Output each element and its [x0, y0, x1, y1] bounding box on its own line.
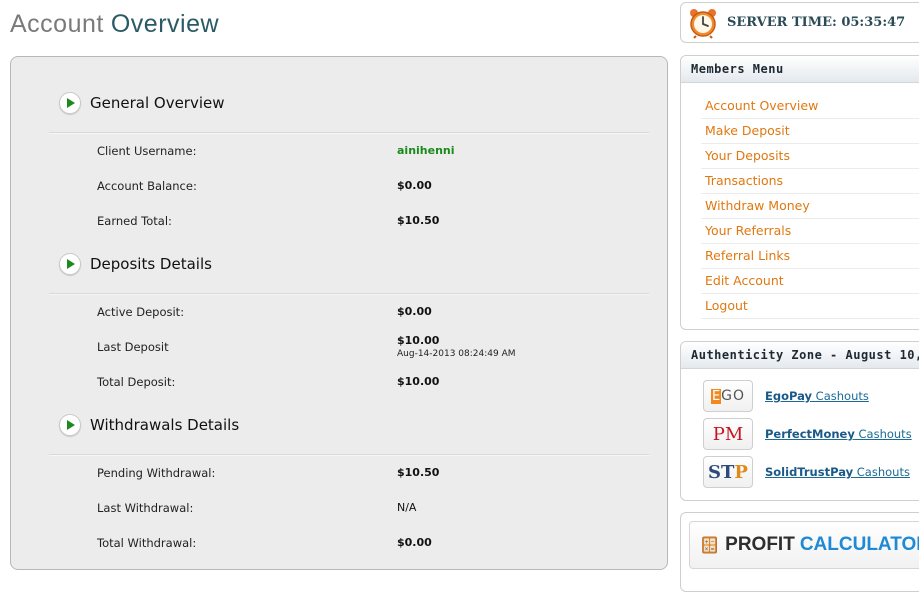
last-deposit-date: Aug-14-2013 08:24:49 AM — [397, 349, 516, 359]
pending-withdrawal-label: Pending Withdrawal: — [97, 466, 216, 480]
authenticity-zone: Authenticity Zone - August 10, 201 EGO E… — [680, 341, 919, 501]
perfectmoney-cashouts-link[interactable]: PerfectMoney Cashouts — [765, 427, 912, 441]
perfectmoney-name: PerfectMoney — [765, 427, 855, 441]
client-username-label: Client Username: — [97, 144, 197, 158]
section-general-overview: General Overview — [59, 89, 225, 117]
solidtrustpay-cashouts-link[interactable]: SolidTrustPay Cashouts — [765, 465, 910, 479]
menu-item-account-overview[interactable]: Account Overview — [701, 94, 919, 119]
section-deposits-details: Deposits Details — [59, 250, 212, 278]
total-deposit-label: Total Deposit: — [97, 375, 176, 389]
perfectmoney-row: PM PerfectMoney Cashouts — [703, 418, 912, 450]
page-title-part1: Account — [10, 10, 104, 38]
alarm-clock-icon — [690, 8, 716, 39]
egopay-name: EgoPay — [765, 389, 813, 403]
account-overview-panel: General Overview Client Username: ainihe… — [10, 56, 668, 570]
total-withdrawal-value: $0.00 — [397, 536, 432, 549]
arrow-right-icon — [59, 253, 81, 275]
menu-item-your-deposits[interactable]: Your Deposits — [701, 144, 919, 169]
menu-item-make-deposit[interactable]: Make Deposit — [701, 119, 919, 144]
egopay-suffix: Cashouts — [812, 389, 869, 403]
pending-withdrawal-value: $10.50 — [397, 466, 440, 479]
svg-text:×: × — [704, 547, 708, 553]
perfectmoney-logo-icon: PM — [703, 418, 753, 450]
divider — [49, 132, 649, 134]
earned-total-label: Earned Total: — [97, 214, 172, 228]
members-menu-title: Members Menu — [681, 56, 919, 83]
calculator-word: CALCULATOR — [799, 534, 919, 555]
perfectmoney-suffix: Cashouts — [854, 427, 912, 441]
solidtrustpay-name: SolidTrustPay — [765, 465, 854, 479]
section-title: General Overview — [90, 94, 225, 112]
solidtrustpay-row: ST P SolidTrustPay Cashouts — [703, 456, 910, 488]
last-deposit-label: Last Deposit — [97, 340, 169, 354]
client-username-value: ainihenni — [397, 144, 455, 157]
arrow-right-icon — [59, 414, 81, 436]
divider — [49, 293, 649, 295]
server-time-box: SERVER TIME: 05:35:47 — [680, 2, 919, 43]
section-withdrawals-details: Withdrawals Details — [59, 411, 239, 439]
last-withdrawal-label: Last Withdrawal: — [97, 501, 194, 515]
earned-total-value: $10.50 — [397, 214, 440, 227]
page-title: Account Overview — [10, 10, 219, 39]
menu-item-logout[interactable]: Logout — [701, 294, 919, 319]
solidtrustpay-logo-icon: ST P — [703, 456, 753, 488]
solidtrustpay-suffix: Cashouts — [853, 465, 910, 479]
total-withdrawal-label: Total Withdrawal: — [97, 536, 197, 550]
profit-calculator-banner[interactable]: + − × = PROFIT CALCULATOR — [689, 521, 919, 569]
profit-word: PROFIT — [725, 534, 795, 555]
last-deposit-value: $10.00 — [397, 334, 440, 347]
calculator-icon: + − × = — [702, 536, 717, 554]
menu-item-referral-links[interactable]: Referral Links — [701, 244, 919, 269]
menu-item-transactions[interactable]: Transactions — [701, 169, 919, 194]
svg-text:=: = — [710, 547, 714, 553]
account-balance-value: $0.00 — [397, 179, 432, 192]
egopay-logo-icon: E GO — [703, 380, 753, 412]
profit-calculator-box[interactable]: + − × = PROFIT CALCULATOR — [680, 512, 919, 592]
egopay-cashouts-link[interactable]: EgoPay Cashouts — [765, 389, 869, 403]
profit-calculator-label: PROFIT CALCULATOR — [725, 534, 919, 556]
svg-text:+: + — [704, 539, 708, 545]
total-deposit-value: $10.00 — [397, 375, 440, 388]
active-deposit-label: Active Deposit: — [97, 305, 185, 319]
menu-item-edit-account[interactable]: Edit Account — [701, 269, 919, 294]
arrow-right-icon — [59, 92, 81, 114]
section-title: Deposits Details — [90, 255, 212, 273]
server-time-label: SERVER TIME: 05:35:47 — [727, 15, 906, 30]
egopay-row: E GO EgoPay Cashouts — [703, 380, 869, 412]
active-deposit-value: $0.00 — [397, 305, 432, 318]
menu-item-withdraw-money[interactable]: Withdraw Money — [701, 194, 919, 219]
authenticity-zone-title: Authenticity Zone - August 10, 201 — [681, 342, 919, 369]
divider — [49, 454, 649, 456]
page-title-part2: Overview — [110, 10, 220, 38]
svg-text:−: − — [710, 539, 714, 545]
members-menu: Members Menu Account Overview Make Depos… — [680, 55, 919, 330]
menu-item-your-referrals[interactable]: Your Referrals — [701, 219, 919, 244]
section-title: Withdrawals Details — [90, 416, 240, 434]
last-withdrawal-value: N/A — [397, 501, 417, 514]
account-balance-label: Account Balance: — [97, 179, 197, 193]
members-menu-list: Account Overview Make Deposit Your Depos… — [701, 94, 919, 319]
